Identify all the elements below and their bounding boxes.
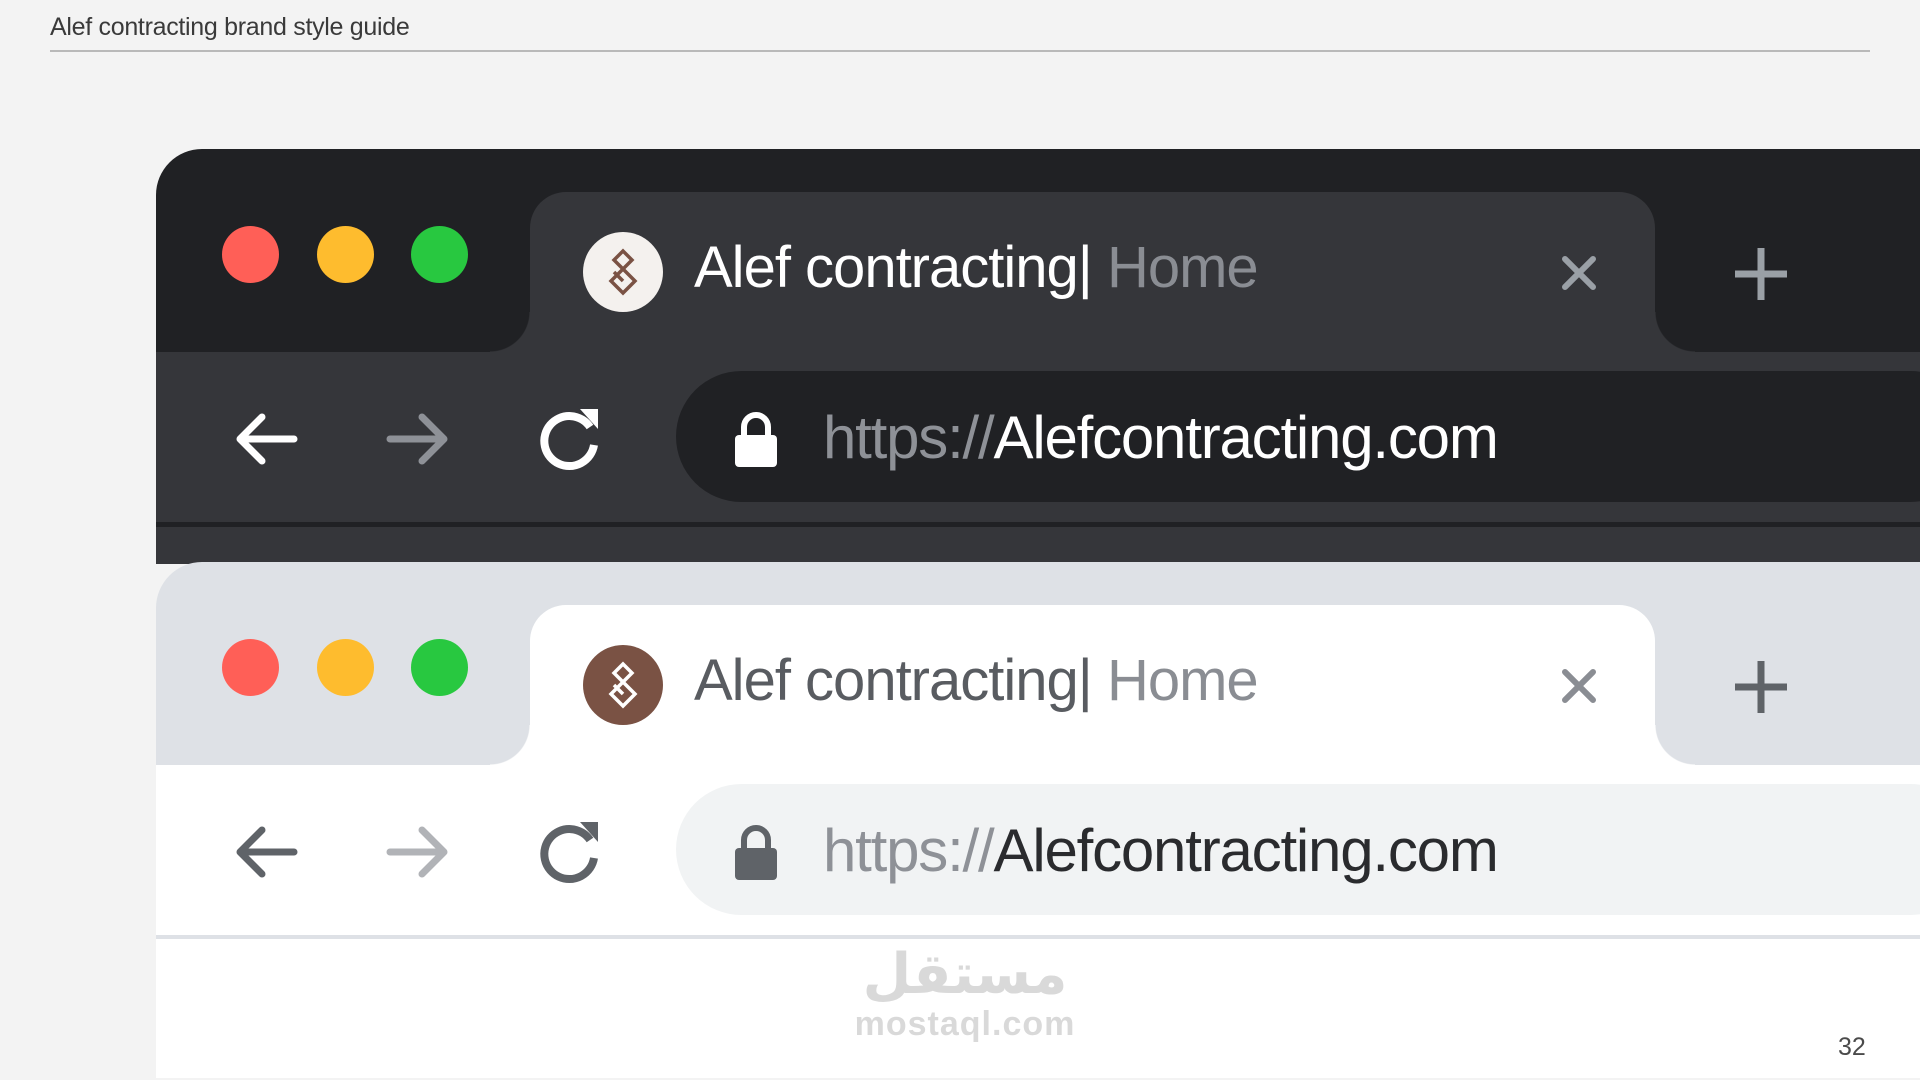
document-header: Alef contracting brand style guide: [50, 10, 1870, 52]
plus-icon[interactable]: [1731, 657, 1791, 717]
url-host: Alefcontracting.com: [993, 817, 1499, 884]
back-arrow-icon[interactable]: [226, 399, 306, 479]
active-tab[interactable]: Alef contracting| Home: [490, 192, 1695, 352]
close-icon[interactable]: [1555, 249, 1603, 297]
url-scheme: https://: [823, 404, 995, 471]
document-title: Alef contracting brand style guide: [50, 13, 410, 41]
tab-title-page: Home: [1106, 235, 1259, 300]
tab-title: Alef contracting| Home: [694, 647, 1259, 714]
window-minimize-dot[interactable]: [317, 226, 374, 283]
url-scheme: https://: [823, 817, 995, 884]
window-maximize-dot[interactable]: [411, 639, 468, 696]
url-text[interactable]: https://Alefcontracting.com: [823, 403, 1499, 472]
address-bar[interactable]: https://Alefcontracting.com: [676, 784, 1920, 915]
url-text[interactable]: https://Alefcontracting.com: [823, 816, 1499, 885]
url-host: Alefcontracting.com: [993, 404, 1499, 471]
window-maximize-dot[interactable]: [411, 226, 468, 283]
alef-logo-icon: [583, 232, 663, 312]
active-tab[interactable]: Alef contracting| Home: [490, 605, 1695, 765]
page-number: 32: [1838, 1033, 1866, 1061]
tab-title-page: Home: [1106, 648, 1259, 713]
reload-icon[interactable]: [530, 812, 610, 892]
page-content-area: [156, 527, 1920, 564]
lock-icon: [731, 822, 781, 882]
browser-dark-theme: Alef contracting| Home https://Alefcontr…: [156, 149, 1920, 564]
plus-icon[interactable]: [1731, 244, 1791, 304]
watermark-latin: mostaql.com: [854, 1005, 1076, 1043]
address-bar[interactable]: https://Alefcontracting.com: [676, 371, 1920, 502]
window-minimize-dot[interactable]: [317, 639, 374, 696]
forward-arrow-icon[interactable]: [378, 812, 458, 892]
tab-title-site: Alef contracting|: [694, 235, 1093, 300]
lock-icon: [731, 409, 781, 469]
alef-logo-icon: [583, 645, 663, 725]
toolbar: https://Alefcontracting.com: [156, 765, 1920, 935]
watermark-arabic: مستقل: [862, 942, 1068, 1007]
back-arrow-icon[interactable]: [226, 812, 306, 892]
watermark: مستقل mostaql.com: [835, 945, 1095, 1044]
window-close-dot[interactable]: [222, 639, 279, 696]
tab-title: Alef contracting| Home: [694, 234, 1259, 301]
toolbar: https://Alefcontracting.com: [156, 352, 1920, 522]
reload-icon[interactable]: [530, 399, 610, 479]
tab-title-site: Alef contracting|: [694, 648, 1093, 713]
forward-arrow-icon[interactable]: [378, 399, 458, 479]
window-close-dot[interactable]: [222, 226, 279, 283]
close-icon[interactable]: [1555, 662, 1603, 710]
